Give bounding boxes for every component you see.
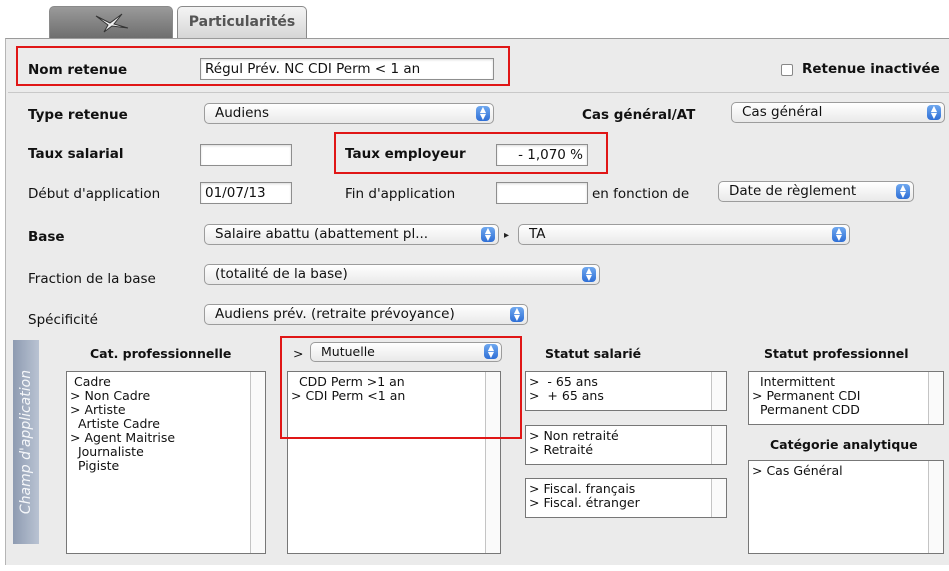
categorie-analytique-list[interactable]: > Cas Général <box>748 460 944 554</box>
highlight-nom <box>16 46 510 86</box>
cas-general-value: Cas général <box>742 104 823 120</box>
fonction-label: en fonction de <box>592 186 690 202</box>
statut-professionnel-header: Statut professionnel <box>764 346 909 361</box>
type-retenue-label: Type retenue <box>28 107 128 123</box>
list-item[interactable]: > + 65 ans <box>526 389 726 403</box>
arrow-right-icon: ▸ <box>504 230 510 241</box>
list-item[interactable]: Cadre <box>67 375 265 389</box>
list-item[interactable]: Pigiste <box>67 459 265 473</box>
chevron-updown-icon: ▲ ▼ <box>896 184 910 199</box>
highlight-mutuelle <box>280 336 522 439</box>
specificite-label: Spécificité <box>28 312 98 328</box>
list-item[interactable]: > - 65 ans <box>526 375 726 389</box>
scrollbar[interactable] <box>711 426 726 464</box>
taux-salarial-label: Taux salarial <box>28 146 124 162</box>
champ-application-sidebar: Champ d'application <box>13 340 39 544</box>
chevron-updown-icon: ▲ ▼ <box>832 227 846 242</box>
list-item[interactable]: > Retraité <box>526 443 726 457</box>
divider <box>8 92 949 93</box>
scrollbar[interactable] <box>711 479 726 517</box>
tab-main[interactable] <box>49 6 173 38</box>
fraction-base-label: Fraction de la base <box>28 271 156 287</box>
base-label: Base <box>28 229 65 245</box>
list-item[interactable]: > Agent Maitrise <box>67 431 265 445</box>
list-item[interactable]: > Artiste <box>67 403 265 417</box>
champ-application-label: Champ d'application <box>18 369 34 515</box>
scrollbar[interactable] <box>711 372 726 410</box>
list-item[interactable]: Journaliste <box>67 445 265 459</box>
statut-salarie-header: Statut salarié <box>545 346 642 361</box>
retenue-inactivee-checkbox[interactable] <box>781 64 793 76</box>
scrollbar[interactable] <box>928 461 943 553</box>
flying-bird-icon <box>95 13 129 33</box>
debut-application-label: Début d'application <box>28 186 161 202</box>
base-value: Salaire abattu (abattement pl... <box>215 226 429 242</box>
fonction-value: Date de règlement <box>729 183 857 199</box>
scrollbar[interactable] <box>928 372 943 424</box>
fin-application-label: Fin d'application <box>345 186 456 202</box>
taux-salarial-input[interactable] <box>200 144 292 166</box>
retenue-inactivee-label: Retenue inactivée <box>802 61 940 77</box>
categorie-analytique-header: Catégorie analytique <box>770 437 918 452</box>
specificite-select[interactable]: Audiens prév. (retraite prévoyance) ▲ ▼ <box>204 304 528 325</box>
list-item[interactable]: > Fiscal. étranger <box>526 496 726 510</box>
list-item[interactable]: > Fiscal. français <box>526 482 726 496</box>
list-item[interactable]: Artiste Cadre <box>67 417 265 431</box>
cat-professionnelle-header: Cat. professionnelle <box>90 346 232 361</box>
base-tranche-value: TA <box>529 226 546 242</box>
base-select[interactable]: Salaire abattu (abattement pl... ▲ ▼ <box>204 224 499 245</box>
list-item[interactable]: > Non Cadre <box>67 389 265 403</box>
chevron-updown-icon: ▲ ▼ <box>582 267 596 282</box>
list-item[interactable]: > Permanent CDI <box>749 389 943 403</box>
scrollbar[interactable] <box>250 372 265 553</box>
cat-professionnelle-list[interactable]: Cadre > Non Cadre > Artiste Artiste Cadr… <box>66 371 266 554</box>
type-retenue-value: Audiens <box>215 105 270 121</box>
statut-professionnel-list[interactable]: Intermittent > Permanent CDI Permanent C… <box>748 371 944 425</box>
fraction-base-value: (totalité de la base) <box>215 266 348 282</box>
type-retenue-select[interactable]: Audiens ▲ ▼ <box>204 103 494 124</box>
debut-application-input[interactable]: 01/07/13 <box>200 182 292 204</box>
list-item[interactable]: Permanent CDD <box>749 403 943 417</box>
chevron-updown-icon: ▲ ▼ <box>927 105 941 120</box>
list-item[interactable]: > Non retraité <box>526 429 726 443</box>
fraction-base-select[interactable]: (totalité de la base) ▲ ▼ <box>204 264 600 285</box>
tab-particularites[interactable]: Particularités <box>177 6 307 38</box>
chevron-updown-icon: ▲ ▼ <box>481 227 495 242</box>
specificite-value: Audiens prév. (retraite prévoyance) <box>215 306 455 322</box>
highlight-taux-employeur <box>334 132 608 174</box>
cas-general-select[interactable]: Cas général ▲ ▼ <box>731 102 945 123</box>
chevron-updown-icon: ▲ ▼ <box>510 307 524 322</box>
fonction-select[interactable]: Date de règlement ▲ ▼ <box>718 181 914 202</box>
retraite-list[interactable]: > Non retraité > Retraité <box>525 425 727 465</box>
chevron-updown-icon: ▲ ▼ <box>476 106 490 121</box>
fiscal-list[interactable]: > Fiscal. français > Fiscal. étranger <box>525 478 727 518</box>
fin-application-input[interactable] <box>496 182 588 204</box>
list-item[interactable]: > Cas Général <box>749 464 943 478</box>
base-tranche-select[interactable]: TA ▲ ▼ <box>518 224 850 245</box>
cas-general-label: Cas général/AT <box>582 107 696 123</box>
list-item[interactable]: Intermittent <box>749 375 943 389</box>
age-list[interactable]: > - 65 ans > + 65 ans <box>525 371 727 411</box>
